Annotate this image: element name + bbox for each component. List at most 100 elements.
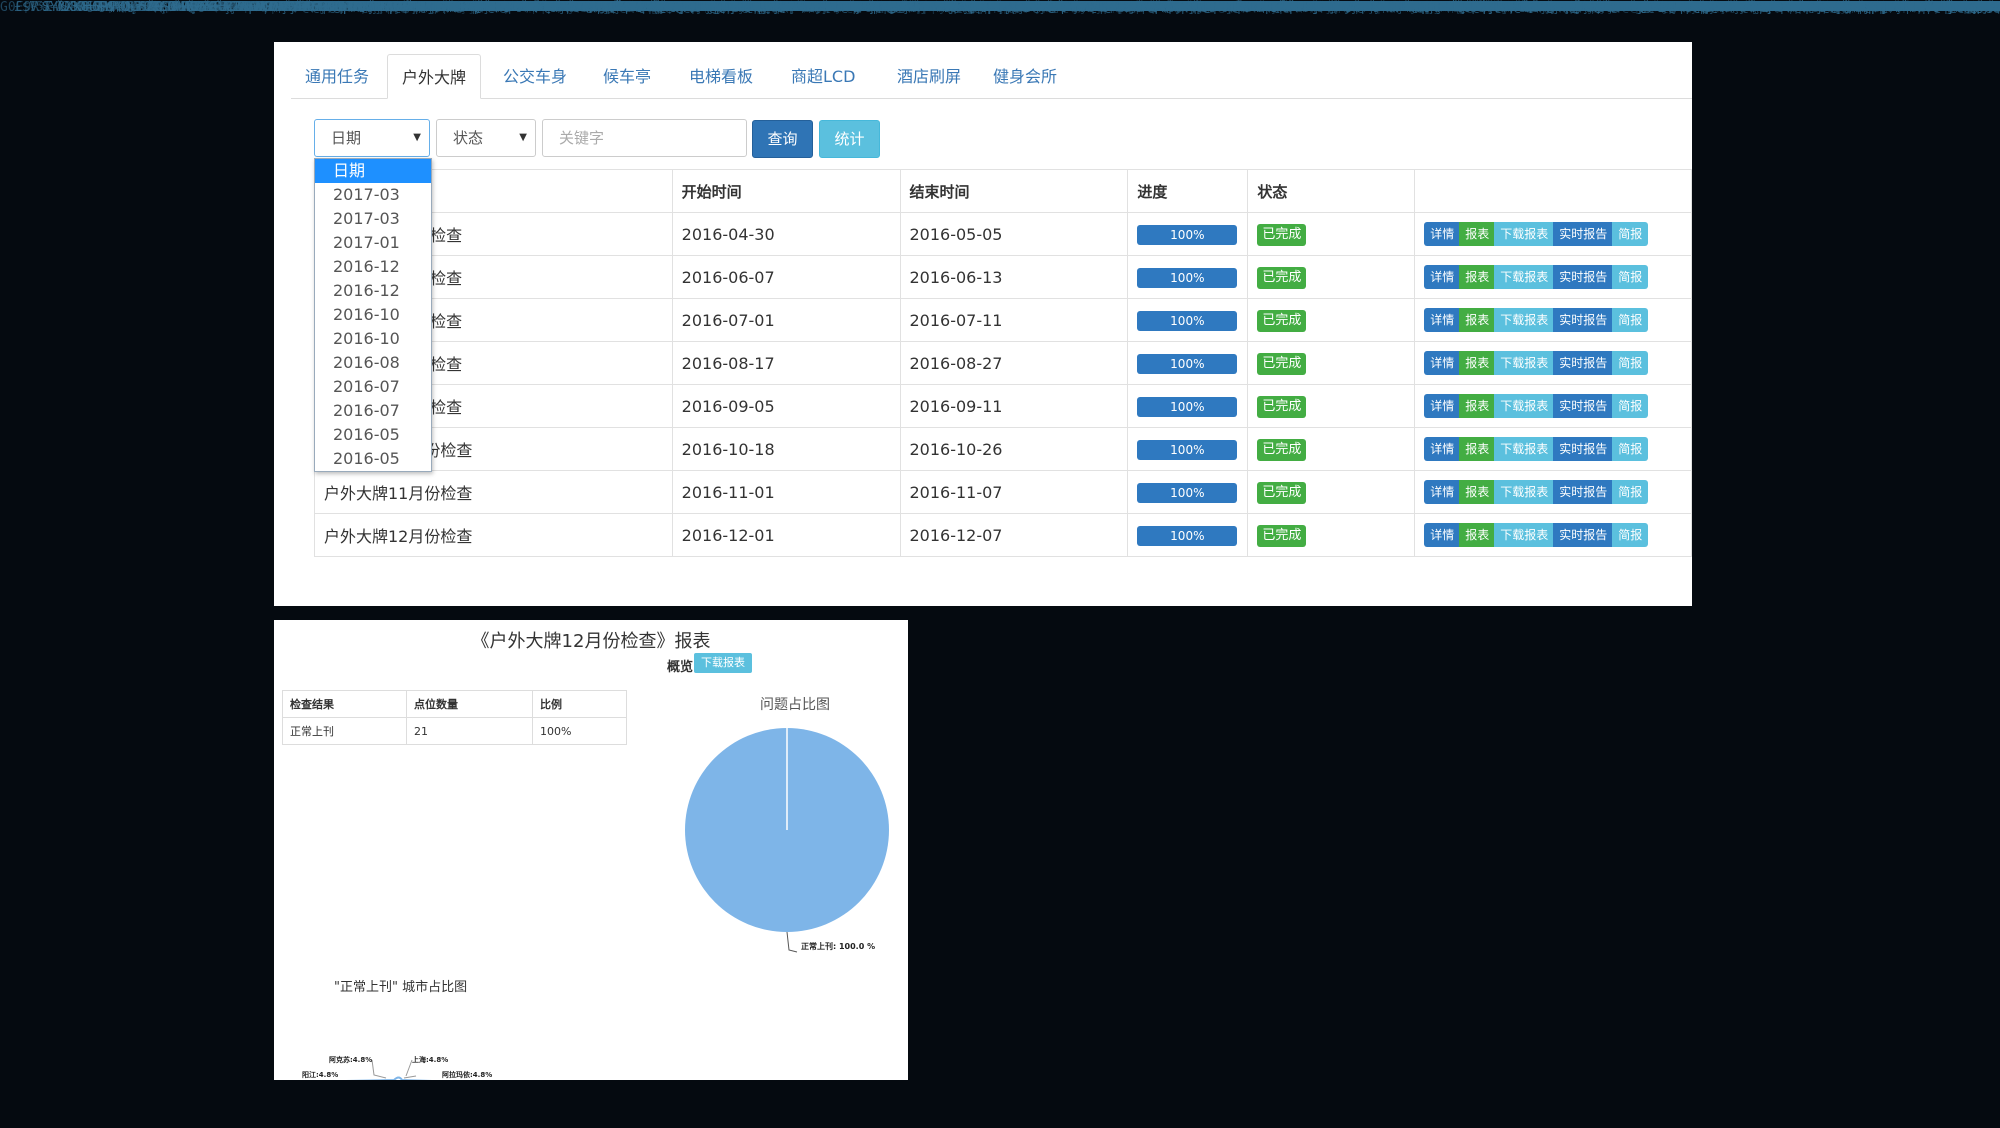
realtime-report-button[interactable]: 实时报告 [1553,394,1614,418]
end-date: 2016-06-13 [899,255,1129,299]
download-report-button[interactable]: 下载报表 [1494,480,1555,504]
detail-button[interactable]: 详情 [1424,437,1461,461]
leader-line [371,1059,387,1079]
realtime-report-button[interactable]: 实时报告 [1553,265,1614,289]
result-col-header: 检查结果 [282,690,407,718]
status-select[interactable]: 状态 ▼ [436,119,536,157]
detail-button[interactable]: 详情 [1424,351,1461,375]
date-option[interactable]: 2016-07 [315,375,431,399]
download-report-button[interactable]: 下载报表 [1494,523,1555,547]
realtime-report-button[interactable]: 实时报告 [1553,437,1614,461]
table-row: 户外大牌8月份检查2016-08-172016-08-27100%已完成详情报表… [314,341,1692,385]
city-label: 上海:4.8% [412,1056,449,1064]
start-date: 2016-11-01 [671,470,901,514]
keyword-input[interactable]: 关键字 [542,119,747,157]
download-report-button[interactable]: 下载报表 [1494,265,1555,289]
start-date: 2016-08-17 [671,341,901,385]
city-label: 阿拉玛依:4.8% [442,1071,493,1079]
result-cell: 正常上刊 [282,717,407,745]
progress-bar: 100% [1137,525,1238,546]
col-start-header: 开始时间 [671,169,901,213]
realtime-report-button[interactable]: 实时报告 [1553,222,1614,246]
realtime-report-button[interactable]: 实时报告 [1553,523,1614,547]
date-option[interactable]: 2016-08 [315,351,431,375]
download-report-button[interactable]: 下载报表 [1494,394,1555,418]
tab-general[interactable]: 通用任务 [291,54,383,97]
tab-bus-body[interactable]: 公交车身 [489,54,581,97]
report-button[interactable]: 报表 [1459,351,1496,375]
report-button[interactable]: 报表 [1459,265,1496,289]
tab-elevator[interactable]: 电梯看板 [675,54,767,97]
download-report-button[interactable]: 下载报表 [1494,222,1555,246]
tab-bus-shelter[interactable]: 候车亭 [589,54,665,97]
date-select[interactable]: 日期 ▼ [314,119,430,157]
brief-button[interactable]: 简报 [1612,523,1649,547]
realtime-report-button[interactable]: 实时报告 [1553,351,1614,375]
report-title: 《户外大牌12月份检查》报表 [471,631,711,652]
realtime-report-button[interactable]: 实时报告 [1553,308,1614,332]
count-cell: 21 [406,717,533,745]
date-option[interactable]: 2016-05 [315,423,431,447]
task-name[interactable]: 户外大牌11月份检查 [314,470,673,514]
tab-outdoor[interactable]: 户外大牌 [387,54,482,99]
table-row: 正常上刊 21 100% [282,717,627,745]
end-date: 2016-08-27 [899,341,1129,385]
tab-mall-lcd[interactable]: 商超LCD [777,54,869,97]
table-row: 户外大牌12月份检查 2016-12-01 2016-12-07 100% 已完成 详情报… [314,513,1692,557]
progress-bar: 100% [1137,267,1238,288]
brief-button[interactable]: 简报 [1612,437,1649,461]
date-option[interactable]: 2016-05 [315,447,431,471]
task-table: 开始时间 结束时间 进度 状态 户外大牌4月份检查2016-04-302016-… [314,169,1692,557]
pie-leader-line [786,931,798,953]
report-button[interactable]: 报表 [1459,308,1496,332]
pie-chart [685,728,889,953]
end-date: 2016-07-11 [899,298,1129,342]
col-progress-header: 进度 [1127,169,1249,213]
date-option[interactable]: 2017-03 [315,183,431,207]
detail-button[interactable]: 详情 [1424,480,1461,504]
download-report-button[interactable]: 下载报表 [1494,351,1555,375]
realtime-report-button[interactable]: 实时报告 [1553,480,1614,504]
download-report-button[interactable]: 下载报表 [1494,308,1555,332]
tab-gym[interactable]: 健身会所 [979,54,1071,97]
query-button[interactable]: 查询 [752,120,813,158]
download-report-button[interactable]: 下载报表 [1494,437,1555,461]
status-badge: 已完成 [1257,438,1307,461]
city-chart-title: "正常上刊" 城市占比图 [334,980,468,995]
report-button[interactable]: 报表 [1459,394,1496,418]
date-option[interactable]: 2017-03 [315,207,431,231]
brief-button[interactable]: 简报 [1612,480,1649,504]
download-report-button[interactable]: 下载报表 [694,653,752,673]
date-option[interactable]: 2016-12 [315,279,431,303]
report-button[interactable]: 报表 [1459,523,1496,547]
chevron-down-icon: ▼ [413,132,421,143]
report-button[interactable]: 报表 [1459,222,1496,246]
category-tabs: 通用任务 户外大牌 公交车身 候车亭 电梯看板 商超LCD 酒店刷屏 健身会所 [291,54,1692,99]
tab-hotel[interactable]: 酒店刷屏 [883,54,975,97]
detail-button[interactable]: 详情 [1424,523,1461,547]
date-option[interactable]: 2017-01 [315,231,431,255]
brief-button[interactable]: 简报 [1612,265,1649,289]
report-button[interactable]: 报表 [1459,480,1496,504]
report-panel: 《户外大牌12月份检查》报表 概览 下载报表 检查结果 点位数量 比例 正常上刊… [274,620,908,1080]
brief-button[interactable]: 简报 [1612,222,1649,246]
progress-bar: 100% [1137,310,1238,331]
date-option[interactable]: 2016-10 [315,327,431,351]
statistics-button[interactable]: 统计 [819,120,880,158]
report-button[interactable]: 报表 [1459,437,1496,461]
task-name[interactable]: 户外大牌12月份检查 [314,513,673,557]
date-option[interactable]: 2016-07 [315,399,431,423]
detail-button[interactable]: 详情 [1424,308,1461,332]
city-label: 阿克苏:4.8% [329,1056,373,1064]
detail-button[interactable]: 详情 [1424,265,1461,289]
ratio-cell: 100% [532,717,627,745]
brief-button[interactable]: 简报 [1612,351,1649,375]
date-option[interactable]: 日期 [315,159,431,183]
brief-button[interactable]: 简报 [1612,308,1649,332]
brief-button[interactable]: 简报 [1612,394,1649,418]
detail-button[interactable]: 详情 [1424,394,1461,418]
date-option[interactable]: 2016-12 [315,255,431,279]
end-date: 2016-09-11 [899,384,1129,428]
date-option[interactable]: 2016-10 [315,303,431,327]
detail-button[interactable]: 详情 [1424,222,1461,246]
